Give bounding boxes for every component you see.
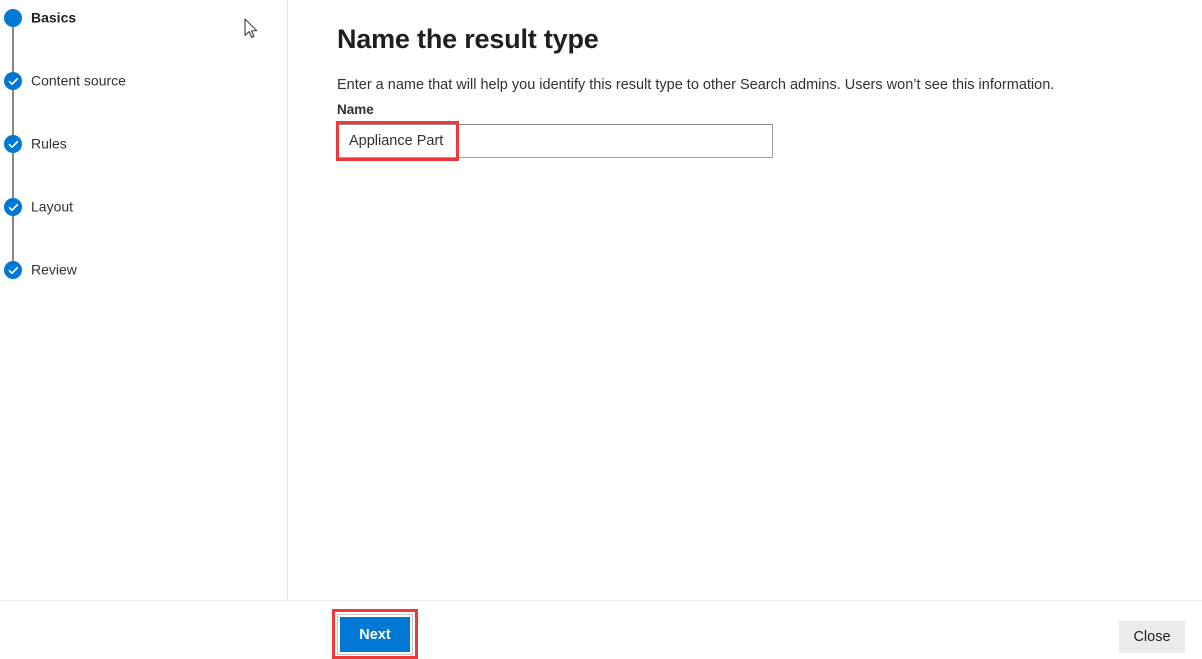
page-description: Enter a name that will help you identify…	[337, 76, 1055, 93]
check-circle-icon	[4, 261, 22, 279]
wizard-container: Basics Content source Rules Layout Revie…	[0, 0, 1202, 659]
wizard-main-panel: Name the result type Enter a name that w…	[289, 0, 1202, 601]
name-input[interactable]	[338, 124, 773, 158]
page-title: Name the result type	[337, 24, 599, 55]
step-connector	[12, 216, 14, 264]
filled-circle-icon	[4, 9, 22, 27]
wizard-step-navigation: Basics Content source Rules Layout Revie…	[0, 0, 288, 601]
sidebar-item-label: Layout	[31, 198, 74, 215]
step-connector	[12, 90, 14, 138]
sidebar-item-label: Rules	[31, 135, 67, 152]
step-connector	[12, 153, 14, 201]
check-circle-icon	[4, 198, 22, 216]
sidebar-item-label: Basics	[31, 9, 77, 26]
step-connector	[12, 27, 14, 75]
next-button[interactable]: Next	[340, 617, 410, 652]
check-circle-icon	[4, 135, 22, 153]
sidebar-item-label: Review	[31, 261, 77, 278]
check-circle-icon	[4, 72, 22, 90]
wizard-footer: Next Close	[0, 600, 1202, 657]
close-button[interactable]: Close	[1119, 621, 1185, 653]
name-field-label: Name	[337, 102, 374, 117]
sidebar-item-label: Content source	[31, 72, 126, 89]
